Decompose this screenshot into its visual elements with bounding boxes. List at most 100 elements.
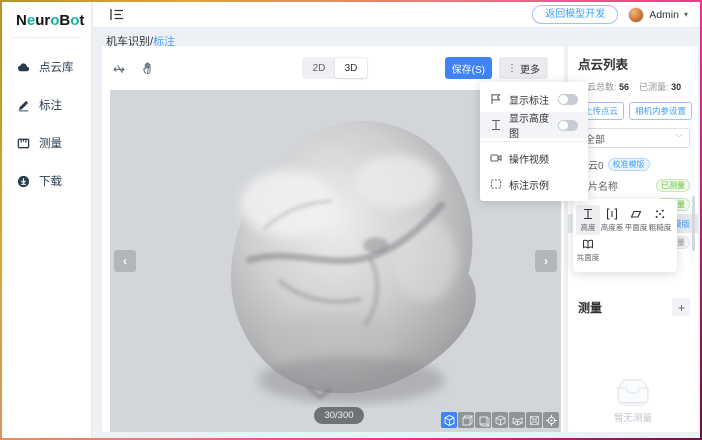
view-front-button[interactable] [458, 412, 474, 428]
image-name: 图片名称 [578, 178, 656, 193]
back-to-model-dev-button[interactable]: 返回模型开发 [532, 5, 618, 24]
logo-text: B [59, 12, 70, 29]
tool-height-difference[interactable]: 高度差 [600, 205, 624, 235]
roughness-tool-icon [654, 208, 666, 220]
reset-view-button[interactable] [543, 412, 559, 428]
total-value: 56 [619, 82, 629, 92]
measurement-tools-popup: 高度 高度差 平面度 粗糙度 共面度 [573, 199, 677, 272]
logo-text: t [79, 12, 84, 29]
empty-box-icon [612, 376, 654, 406]
frame-icon [490, 178, 502, 190]
camera-intrinsics-button[interactable]: 相机内参设置 [629, 102, 692, 120]
menu-item-tutorial-video[interactable]: 操作视频 [480, 145, 588, 171]
view-right-button[interactable] [509, 412, 525, 428]
crosshair-icon [545, 414, 558, 427]
cloud-icon [17, 61, 30, 74]
video-icon [490, 152, 502, 164]
cube-icon [511, 414, 524, 427]
show-heightmap-toggle[interactable] [558, 120, 578, 131]
pencil-icon [17, 99, 30, 112]
measured-stat: 已测量: 30 [639, 80, 681, 93]
tool-label: 粗糙度 [649, 222, 672, 232]
tooth-3d-model[interactable] [182, 108, 497, 408]
app-logo: NeuroBot [2, 2, 91, 35]
menu-item-label: 操作视频 [509, 151, 549, 166]
measured-value: 30 [671, 82, 681, 92]
username: Admin [649, 9, 679, 21]
tab-3d[interactable]: 3D [335, 58, 367, 78]
hand-tool-icon[interactable] [141, 61, 156, 76]
logo-text: ur [35, 12, 50, 29]
measured-label: 已测量: [639, 82, 669, 92]
view-orientation-bar [441, 412, 559, 428]
menu-item-annotation-example[interactable]: 标注示例 [480, 171, 588, 197]
filter-value: 全部 [585, 131, 605, 146]
download-icon [17, 175, 30, 188]
more-button[interactable]: ⋮更多 [499, 57, 548, 79]
menu-item-label: 显示高度图 [509, 110, 551, 140]
sidebar-item-label: 测量 [39, 135, 62, 151]
collapse-menu-icon[interactable] [110, 8, 124, 21]
sidebar-item-label: 下载 [39, 173, 62, 189]
save-button[interactable]: 保存(S) [445, 57, 492, 79]
height-diff-tool-icon [606, 208, 618, 220]
avatar [628, 7, 644, 23]
pointcloud-group[interactable]: 点云0 校准模版 [578, 157, 690, 172]
sidebar-item-measure[interactable]: 测量 [2, 124, 91, 162]
show-annotations-toggle[interactable] [558, 94, 578, 105]
ellipsis-icon: ⋮ [507, 63, 517, 74]
flag-icon [490, 93, 502, 105]
chevron-down-icon: ▾ [684, 10, 688, 19]
height-tool-icon [582, 208, 594, 220]
menu-item-show-annotations[interactable]: 显示标注 [480, 86, 588, 112]
sidebar-item-pointcloud-library[interactable]: 点云库 [2, 48, 91, 86]
view-back-button[interactable] [475, 412, 491, 428]
tool-coplanarity[interactable]: 共面度 [576, 235, 600, 265]
prev-image-button[interactable]: ‹ [114, 250, 136, 272]
cube-icon [528, 414, 541, 427]
cube-icon [443, 414, 456, 427]
menu-item-label: 显示标注 [509, 92, 549, 107]
add-measurement-button[interactable]: + [672, 298, 690, 316]
pagination-indicator: 30/300 [314, 407, 364, 424]
view-top-button[interactable] [526, 412, 542, 428]
tools-grid: 高度 高度差 平面度 粗糙度 共面度 [576, 205, 674, 265]
tool-label: 共面度 [577, 252, 600, 262]
list-item[interactable]: 图片名称 已测量 [578, 176, 690, 195]
tool-label: 平面度 [625, 222, 648, 232]
user-menu[interactable]: Admin ▾ [628, 7, 688, 23]
sidebar-item-annotate[interactable]: 标注 [2, 86, 91, 124]
list-scrollbar[interactable] [692, 196, 695, 251]
panel-actions: 上传点云 相机内参设置 [578, 102, 690, 120]
tab-2d[interactable]: 2D [303, 58, 335, 78]
sidebar-item-label: 点云库 [39, 59, 74, 75]
next-image-button[interactable]: › [535, 250, 557, 272]
menu-item-show-heightmap[interactable]: 显示高度图 [480, 112, 588, 138]
ruler-icon [17, 137, 30, 150]
view-iso-button[interactable] [441, 412, 457, 428]
neurobot-app: NeuroBot 点云库 标注 测量 下载 返回模型开发 Admin ▾ [2, 2, 700, 438]
sidebar-item-download[interactable]: 下载 [2, 162, 91, 200]
chevron-down-icon: ﹀ [675, 133, 683, 144]
view-left-button[interactable] [492, 412, 508, 428]
empty-state: 暂无测量 [568, 376, 698, 424]
tool-roughness[interactable]: 粗糙度 [648, 205, 672, 235]
logo-gear-o2: o [70, 12, 79, 29]
measure-title: 测量 [578, 299, 602, 316]
measure-section-header: 测量 + [578, 298, 690, 316]
more-dropdown-menu: 显示标注 显示高度图 操作视频 标注示例 [480, 82, 588, 201]
divider [12, 37, 81, 38]
tool-flatness[interactable]: 平面度 [624, 205, 648, 235]
panel-title: 点云列表 [578, 54, 690, 73]
height-icon [490, 119, 502, 131]
tool-label: 高度 [580, 222, 595, 232]
menu-item-label: 标注示例 [509, 177, 549, 192]
divider [480, 141, 588, 142]
template-badge: 校准模版 [608, 158, 650, 171]
cube-icon [477, 414, 490, 427]
topbar: 返回模型开发 Admin ▾ [93, 2, 700, 28]
move-tool-icon[interactable] [112, 61, 127, 76]
filter-select[interactable]: 全部 ﹀ [578, 128, 690, 148]
tool-height[interactable]: 高度 [576, 205, 600, 235]
tool-label: 高度差 [601, 222, 624, 232]
